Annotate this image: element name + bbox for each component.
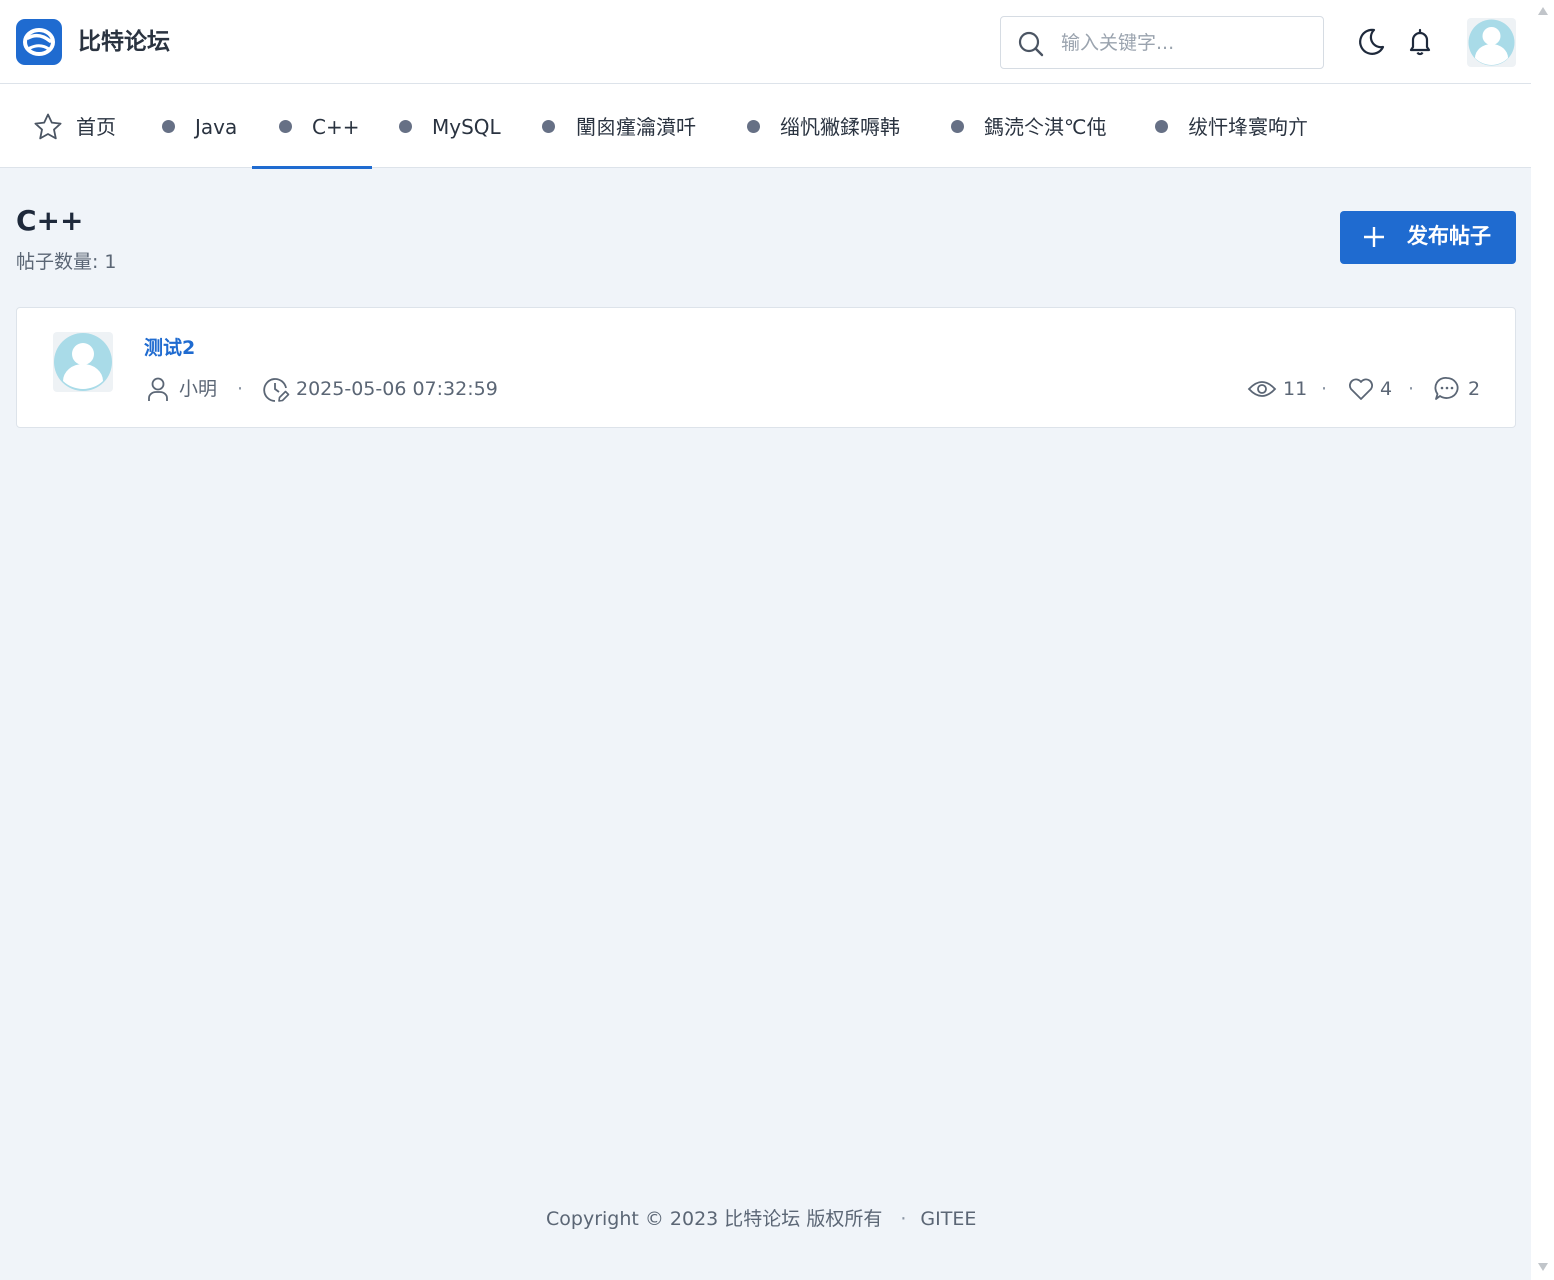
nav-item-category-7[interactable]: 鎷涜仒淇℃伅 (930, 84, 1134, 168)
bullet-dot (162, 120, 175, 133)
new-post-label: 发布帖子 (1407, 225, 1491, 248)
nav-item-mysql[interactable]: MySQL (372, 84, 520, 168)
footer-copyright: Copyright © 2023 比特论坛 版权所有 (546, 1208, 883, 1230)
nav-item-category-6[interactable]: 缁忛獙鍒嗕韩 (726, 84, 930, 168)
post-count-value: 1 (104, 251, 117, 273)
footer-separator: · (900, 1208, 907, 1230)
search-input[interactable] (1061, 29, 1311, 57)
clock-edit-icon (263, 378, 290, 402)
nav-label: 闉囪瘽瀹濆吀 (576, 115, 696, 139)
post-count-label: 帖子数量: (16, 251, 99, 273)
nav-label: C++ (312, 115, 360, 139)
brand-name[interactable]: 比特论坛 (78, 27, 170, 57)
top-header: 比特论坛 (0, 0, 1531, 84)
bullet-dot (951, 120, 964, 133)
star-icon (34, 113, 62, 140)
user-icon (148, 377, 168, 401)
vertical-scrollbar[interactable] (1531, 0, 1554, 1280)
bullet-dot (1155, 120, 1168, 133)
search-box[interactable] (1000, 16, 1324, 69)
nav-item-category-8[interactable]: 绂忓埄寰呴亣 (1134, 84, 1338, 168)
moon-icon[interactable] (1357, 27, 1385, 57)
user-avatar[interactable] (1467, 18, 1516, 67)
nav-item-home[interactable]: 首页 (0, 84, 140, 168)
nav-label: MySQL (432, 115, 501, 139)
nav-item-category-5[interactable]: 闉囪瘽瀹濆吀 (520, 84, 726, 168)
post-time: 2025-05-06 07:32:59 (296, 378, 498, 400)
nav-item-java[interactable]: Java (140, 84, 252, 168)
post-count: 帖子数量: 1 (16, 249, 117, 275)
section-title: C++ (16, 204, 84, 237)
bell-icon[interactable] (1406, 27, 1434, 57)
scroll-up-arrow-icon[interactable] (1537, 6, 1549, 16)
nav-label: Java (195, 115, 238, 139)
footer: Copyright © 2023 比特论坛 版权所有 · GITEE (546, 1206, 976, 1232)
view-count: 11 (1283, 378, 1308, 400)
post-title-link[interactable]: 测试2 (144, 335, 195, 361)
eye-icon (1247, 381, 1277, 397)
like-count: 4 (1380, 378, 1393, 400)
active-tab-indicator (252, 166, 372, 169)
nav-item-cpp[interactable]: C++ (252, 84, 372, 169)
gitee-link[interactable]: GITEE (920, 1208, 976, 1230)
author-avatar[interactable] (53, 332, 113, 392)
bullet-dot (747, 120, 760, 133)
nav-label: 首页 (76, 115, 116, 139)
nav-label: 绂忓埄寰呴亣 (1188, 115, 1308, 139)
scroll-down-arrow-icon[interactable] (1537, 1262, 1549, 1272)
meta-separator: · (1321, 378, 1328, 400)
bullet-dot (542, 120, 555, 133)
comment-count: 2 (1468, 378, 1481, 400)
search-icon (1018, 31, 1044, 57)
logo-icon[interactable] (16, 19, 62, 65)
heart-icon[interactable] (1347, 376, 1375, 402)
post-card: 测试2 小明 · 2025-05-06 07:32:59 11 · 4 · 2 (16, 307, 1516, 428)
plus-icon (1364, 227, 1384, 247)
nav-label: 鎷涜仒淇℃伅 (984, 115, 1107, 139)
page: 比特论坛 首 (0, 0, 1531, 1280)
bullet-dot (399, 120, 412, 133)
meta-separator: · (1408, 378, 1415, 400)
post-author[interactable]: 小明 (179, 376, 217, 402)
category-nav: 首页 Java C++ MySQL 闉囪瘽瀹濆吀 缁忛獙鍒嗕韩 鎷涜仒淇℃伅 绂… (0, 84, 1531, 169)
bullet-dot (279, 120, 292, 133)
new-post-button[interactable]: 发布帖子 (1340, 211, 1516, 264)
comment-icon[interactable] (1433, 375, 1461, 403)
nav-label: 缁忛獙鍒嗕韩 (780, 115, 900, 139)
meta-separator: · (237, 378, 244, 400)
